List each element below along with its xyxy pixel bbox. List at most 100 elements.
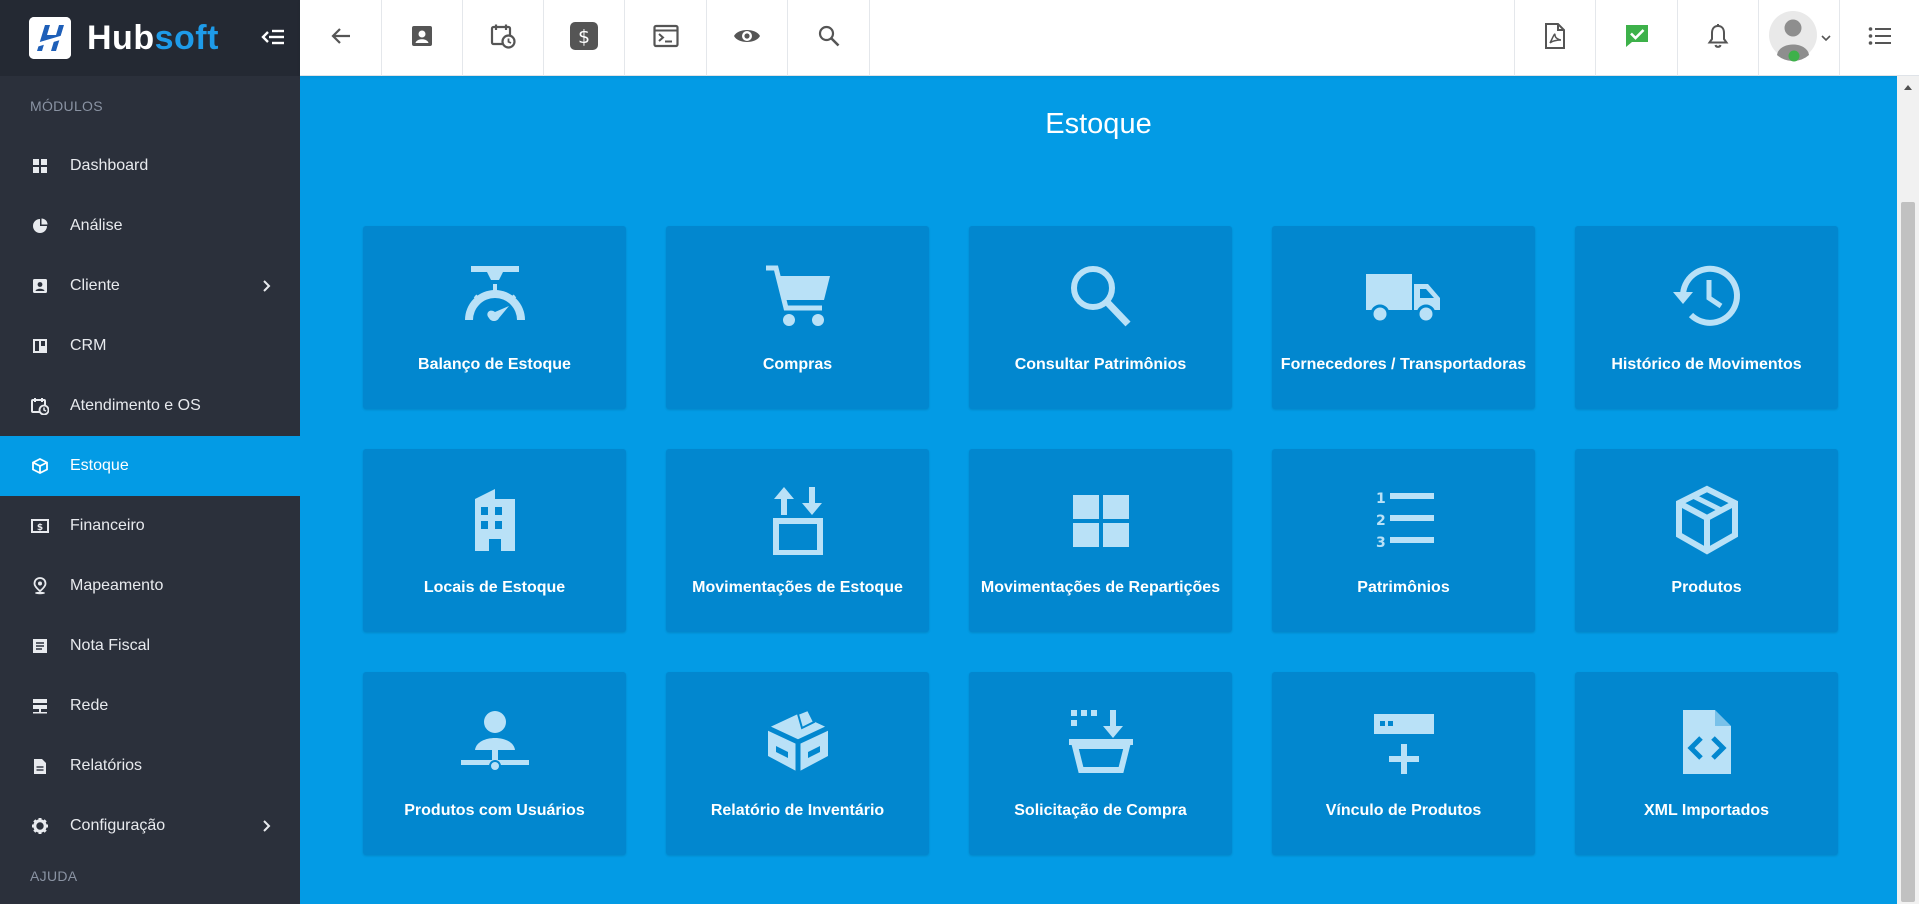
tile-fornecedores-transportadoras[interactable]: Fornecedores / Transportadoras xyxy=(1272,226,1535,409)
add-link-icon xyxy=(1368,708,1440,778)
document-icon xyxy=(30,636,50,656)
scrollbar[interactable] xyxy=(1897,76,1919,904)
menu-button[interactable] xyxy=(1839,0,1919,76)
tile-compras[interactable]: Compras xyxy=(666,226,929,409)
tile-patrimonios[interactable]: 1 2 3 Patrimônios xyxy=(1272,449,1535,632)
eye-icon xyxy=(733,26,761,51)
hubsoft-logo-icon[interactable] xyxy=(29,17,71,59)
tile-movimentacoes-de-estoque[interactable]: Movimentações de Estoque xyxy=(666,449,929,632)
money-icon: $ xyxy=(30,516,50,536)
sidebar-item-label: Atendimento e OS xyxy=(70,397,201,414)
view-shortcut-button[interactable] xyxy=(707,0,788,76)
tile-produtos[interactable]: Produtos xyxy=(1575,449,1838,632)
cube-icon xyxy=(1671,485,1743,555)
tile-label: Produtos com Usuários xyxy=(404,802,585,819)
tile-label: Fornecedores / Transportadoras xyxy=(1280,356,1527,373)
sidebar-item-label: Dashboard xyxy=(70,157,149,174)
history-icon xyxy=(1671,262,1743,332)
sidebar-item-label: CRM xyxy=(70,337,107,354)
sidebar-item-configuracao[interactable]: Configuração xyxy=(0,796,300,856)
terminal-icon xyxy=(652,24,679,53)
pdf-icon xyxy=(1544,22,1566,54)
grid-icon xyxy=(1065,485,1137,555)
bell-icon xyxy=(1707,23,1729,54)
sidebar-item-label: Financeiro xyxy=(70,517,145,534)
sidebar-item-dashboard[interactable]: Dashboard xyxy=(0,136,300,196)
tile-label: Consultar Patrimônios xyxy=(1014,356,1187,373)
tile-label: Vínculo de Produtos xyxy=(1325,802,1482,819)
sidebar-item-crm[interactable]: CRM xyxy=(0,316,300,376)
back-button[interactable] xyxy=(300,0,382,76)
sidebar-item-label: Estoque xyxy=(70,457,129,474)
svg-text:1: 1 xyxy=(1376,491,1386,507)
tile-consultar-patrimonios[interactable]: Consultar Patrimônios xyxy=(969,226,1232,409)
tile-label: Histórico de Movimentos xyxy=(1611,356,1802,373)
clients-shortcut-button[interactable] xyxy=(382,0,463,76)
tile-movimentacoes-de-reparticoes[interactable]: Movimentações de Repartições xyxy=(969,449,1232,632)
user-menu-button[interactable] xyxy=(1758,0,1839,76)
pdf-button[interactable] xyxy=(1514,0,1595,76)
topbar: $ xyxy=(300,0,1919,76)
tile-balanco-de-estoque[interactable]: Balanço de Estoque xyxy=(363,226,626,409)
service-orders-shortcut-button[interactable] xyxy=(463,0,544,76)
brand-name-part1: Hub xyxy=(87,19,155,57)
notifications-button[interactable] xyxy=(1677,0,1758,76)
chevron-right-icon xyxy=(260,278,274,294)
sidebar-item-label: Nota Fiscal xyxy=(70,637,151,654)
chevron-down-icon xyxy=(1821,29,1831,47)
code-file-icon xyxy=(1671,708,1743,778)
tile-label: Movimentações de Estoque xyxy=(692,579,903,596)
sidebar-item-relatorios[interactable]: Relatórios xyxy=(0,736,300,796)
sidebar-item-label: Mapeamento xyxy=(70,577,164,594)
contact-card-icon xyxy=(30,276,50,296)
tile-label: Locais de Estoque xyxy=(423,579,566,596)
pie-chart-icon xyxy=(30,216,50,236)
calendar-clock-icon xyxy=(490,23,516,54)
chat-status-button[interactable] xyxy=(1595,0,1677,76)
search-icon xyxy=(1065,262,1137,332)
sidebar-item-atendimento-os[interactable]: Atendimento e OS xyxy=(0,376,300,436)
sidebar-item-label: Relatórios xyxy=(70,757,143,774)
svg-text:$: $ xyxy=(37,523,43,533)
sidebar-item-estoque[interactable]: Estoque xyxy=(0,436,300,496)
map-pin-icon xyxy=(30,576,50,596)
chevron-right-icon xyxy=(260,818,274,834)
building-icon xyxy=(459,485,531,555)
scale-icon xyxy=(459,262,531,332)
tile-vinculo-de-produtos[interactable]: Vínculo de Produtos xyxy=(1272,672,1535,855)
tile-locais-de-estoque[interactable]: Locais de Estoque xyxy=(363,449,626,632)
tile-solicitacao-de-compra[interactable]: Solicitação de Compra xyxy=(969,672,1232,855)
box-icon xyxy=(30,456,50,476)
back-arrow-icon xyxy=(329,24,353,53)
tile-xml-importados[interactable]: XML Importados xyxy=(1575,672,1838,855)
board-icon xyxy=(30,336,50,356)
tile-relatorio-de-inventario[interactable]: Relatório de Inventário xyxy=(666,672,929,855)
tile-historico-de-movimentos[interactable]: Histórico de Movimentos xyxy=(1575,226,1838,409)
tile-produtos-com-usuarios[interactable]: Produtos com Usuários xyxy=(363,672,626,855)
tile-label: Patrimônios xyxy=(1357,579,1450,596)
scroll-up-arrow-icon[interactable] xyxy=(1897,78,1919,96)
chat-check-icon xyxy=(1624,23,1650,54)
sidebar-collapse-icon[interactable] xyxy=(260,26,286,48)
shopping-cart-icon xyxy=(762,262,834,332)
sidebar-item-financeiro[interactable]: $ Financeiro xyxy=(0,496,300,556)
svg-text:2: 2 xyxy=(1376,513,1386,529)
sidebar-item-rede[interactable]: Rede xyxy=(0,676,300,736)
terminal-shortcut-button[interactable] xyxy=(625,0,707,76)
scrollbar-thumb[interactable] xyxy=(1901,202,1915,902)
server-icon xyxy=(30,696,50,716)
tile-label: Produtos xyxy=(1671,579,1742,596)
sidebar-item-cliente[interactable]: Cliente xyxy=(0,256,300,316)
tile-label: XML Importados xyxy=(1643,802,1770,819)
sidebar-item-mapeamento[interactable]: Mapeamento xyxy=(0,556,300,616)
modules-section-label: MÓDULOS xyxy=(30,98,103,114)
tile-label: Balanço de Estoque xyxy=(418,356,571,373)
tile-label: Relatório de Inventário xyxy=(710,802,885,819)
sidebar: Hubsoft MÓDULOS Dashboard Análise Client… xyxy=(0,0,300,904)
search-button[interactable] xyxy=(788,0,870,76)
open-box-icon xyxy=(762,708,834,778)
financial-shortcut-button[interactable]: $ xyxy=(544,0,625,76)
numbered-list-icon: 1 2 3 xyxy=(1368,485,1440,555)
sidebar-item-nota-fiscal[interactable]: Nota Fiscal xyxy=(0,616,300,676)
sidebar-item-analise[interactable]: Análise xyxy=(0,196,300,256)
